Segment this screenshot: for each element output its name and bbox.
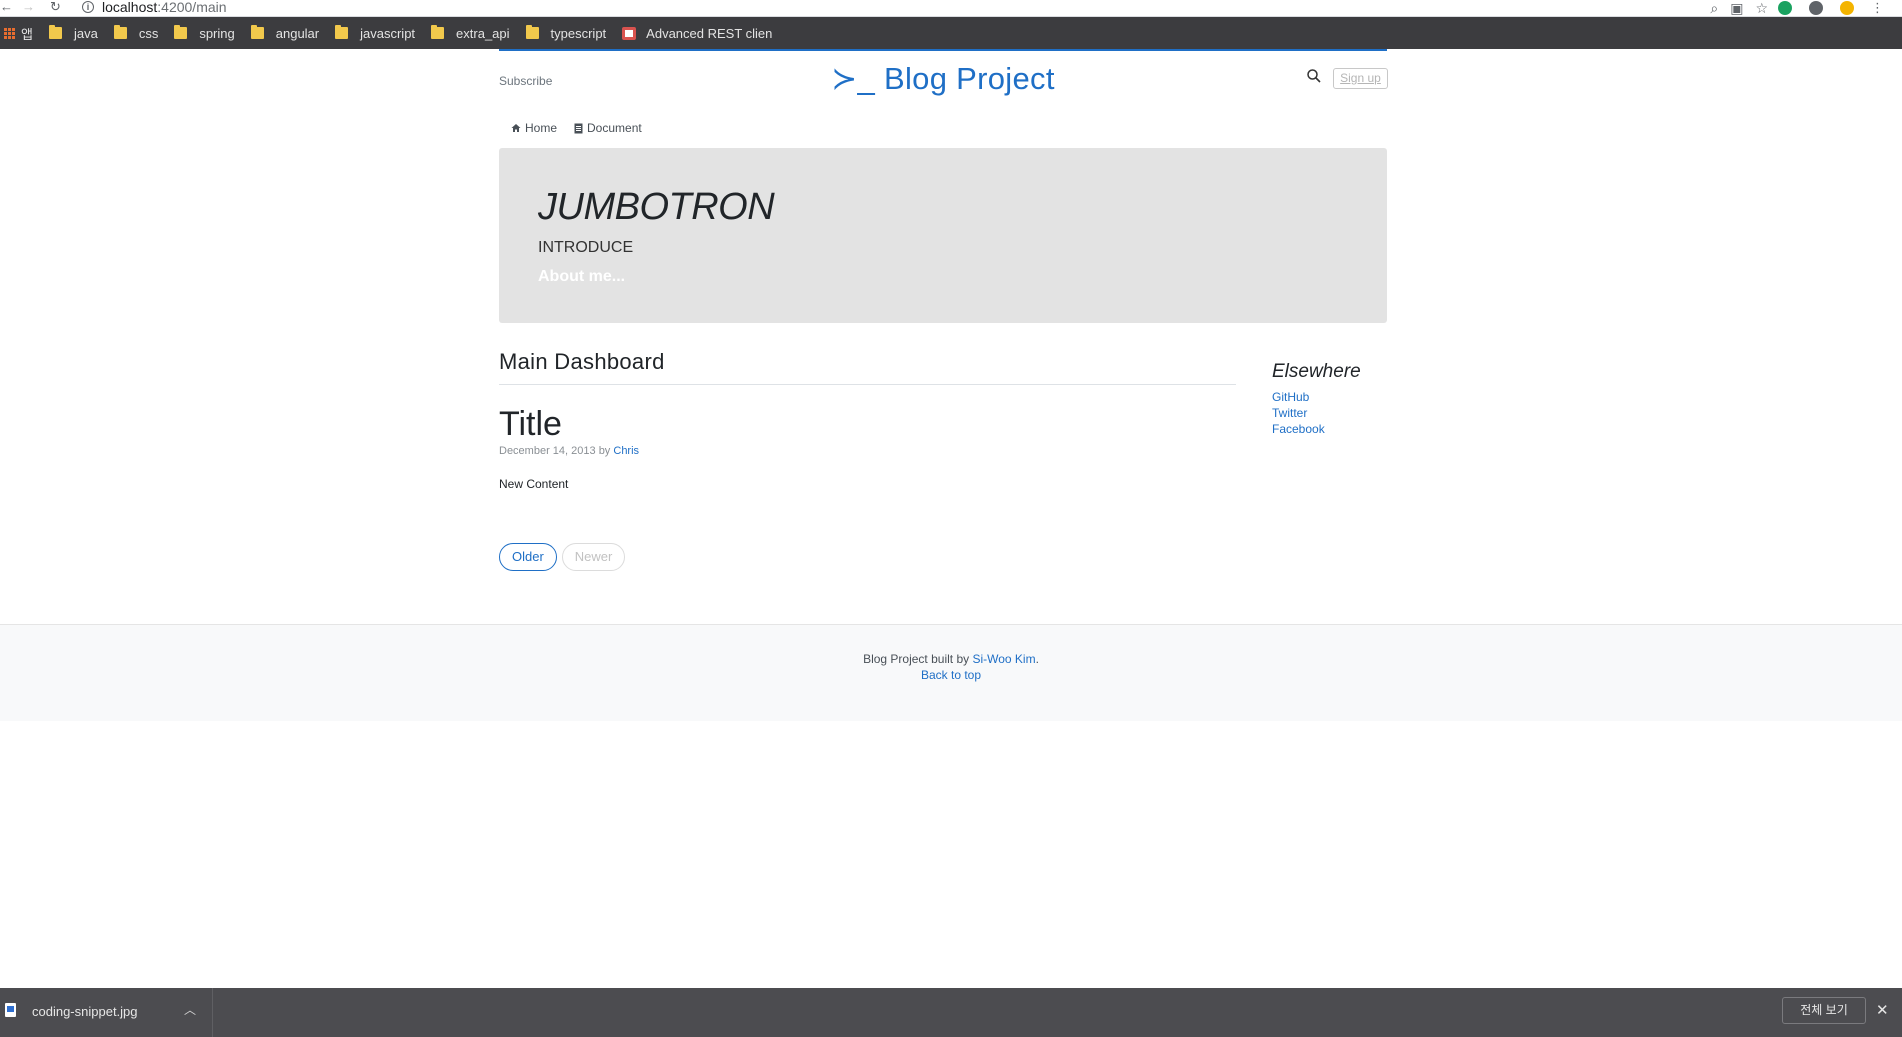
- jumbotron-intro: INTRODUCE: [538, 239, 634, 256]
- close-icon[interactable]: ✕: [1876, 1001, 1889, 1019]
- sign-up-button[interactable]: Sign up: [1333, 68, 1388, 89]
- nav-label-home: Home: [525, 121, 558, 135]
- bookmark-folder-angular[interactable]: angular: [250, 17, 335, 49]
- folder-icon: [431, 25, 445, 39]
- reload-icon[interactable]: ↻: [50, 0, 61, 14]
- folder-icon: [174, 25, 188, 39]
- bookmark-folder-extra-api[interactable]: extra_api: [431, 17, 525, 49]
- browser-window: ← → ↻ i localhost:4200/main ⌕ ▣ ☆ ⋮ 앱 ja…: [0, 0, 1902, 1037]
- show-all-downloads-button[interactable]: 전체 보기: [1782, 997, 1866, 1024]
- bookmark-advanced-rest-client[interactable]: Advanced REST clien: [622, 17, 788, 49]
- image-file-icon: [5, 1003, 16, 1017]
- post-body: New Content: [499, 477, 569, 491]
- bookmark-label: extra_api: [456, 25, 510, 41]
- about-me-link[interactable]: About me...: [538, 268, 625, 286]
- url-host: localhost: [102, 0, 158, 15]
- bookmark-label: css: [138, 25, 159, 41]
- menu-icon[interactable]: ⋮: [1871, 1, 1884, 15]
- nav-item-home[interactable]: Home: [511, 121, 557, 135]
- bookmark-folder-spring[interactable]: spring: [174, 17, 250, 49]
- post-by: by: [598, 445, 611, 457]
- bookmark-label: spring: [199, 25, 235, 41]
- bookmark-label: typescript: [550, 25, 607, 41]
- older-button[interactable]: Older: [499, 543, 557, 571]
- download-filename: coding-snippet.jpg: [32, 1004, 138, 1019]
- footer-credit: Blog Project built by Si-Woo Kim.: [0, 652, 1902, 666]
- footer-back-to-top: Back to top: [0, 668, 1902, 682]
- nav-label-document: Document: [587, 121, 642, 135]
- twitter-link[interactable]: Twitter: [1272, 405, 1392, 421]
- elsewhere-heading: Elsewhere: [1272, 361, 1361, 382]
- blog-pagination: Older Newer: [499, 543, 626, 571]
- folder-icon: [525, 25, 539, 39]
- rest-client-icon: [622, 26, 637, 40]
- search-icon[interactable]: [1306, 68, 1322, 84]
- bookmarks-bar: 앱 java css spring angular javascript ext…: [0, 17, 1902, 49]
- blog-footer: Blog Project built by Si-Woo Kim. Back t…: [0, 624, 1902, 721]
- download-shelf: coding-snippet.jpg ︿ 전체 보기 ✕: [0, 988, 1902, 1037]
- footer-credit-prefix: Blog Project built by: [863, 652, 970, 666]
- apps-icon: [4, 27, 15, 39]
- chevron-up-icon[interactable]: ︿: [184, 1001, 196, 1018]
- sidebar-elsewhere: Elsewhere GitHub Twitter Facebook: [1272, 361, 1392, 437]
- nav-scroller: Home Document: [511, 121, 642, 135]
- address-bar: ← → ↻ i localhost:4200/main ⌕ ▣ ☆ ⋮: [0, 0, 1902, 17]
- home-icon: [511, 124, 521, 132]
- bookmark-label: java: [73, 25, 98, 41]
- bookmark-folder-css[interactable]: css: [113, 17, 175, 49]
- blog-brand-link[interactable]: ≻_ Blog Project: [499, 61, 1387, 97]
- post-author-link[interactable]: Chris: [613, 445, 639, 457]
- bookmark-folder-typescript[interactable]: typescript: [525, 17, 623, 49]
- extension-yellow-icon[interactable]: [1840, 1, 1854, 15]
- bookmark-label: javascript: [360, 25, 416, 41]
- url-text[interactable]: localhost:4200/main: [102, 0, 227, 15]
- bookmark-label: 앱: [21, 26, 33, 42]
- post-date: December 14, 2013: [499, 445, 596, 457]
- folder-icon: [335, 25, 349, 39]
- main-column: Main Dashboard Title December 14, 2013 b…: [499, 349, 1236, 571]
- zoom-icon[interactable]: ⌕: [1710, 1, 1718, 15]
- jumbotron-title: JUMBOTRON: [538, 186, 775, 228]
- page-viewport: Subscribe ≻_ Blog Project Sign up Home D…: [0, 49, 1902, 988]
- star-icon[interactable]: ☆: [1755, 1, 1768, 15]
- bookmark-apps[interactable]: 앱: [4, 17, 49, 49]
- post-meta: December 14, 2013 by Chris: [499, 445, 639, 457]
- folder-icon: [48, 25, 62, 39]
- url-path: :4200/main: [157, 0, 227, 15]
- facebook-link[interactable]: Facebook: [1272, 421, 1392, 437]
- folder-icon: [250, 25, 264, 39]
- info-icon[interactable]: i: [82, 1, 94, 13]
- extension-green-icon[interactable]: [1778, 1, 1792, 15]
- back-to-top-link[interactable]: Back to top: [921, 668, 981, 682]
- folder-icon: [113, 25, 127, 39]
- forward-icon[interactable]: →: [22, 0, 35, 14]
- github-link[interactable]: GitHub: [1272, 389, 1392, 405]
- footer-credit-suffix: .: [1035, 652, 1039, 666]
- footer-author-link[interactable]: Si-Woo Kim: [972, 652, 1035, 666]
- bookmark-label: Advanced REST clien: [646, 25, 773, 41]
- bookmark-folder-java[interactable]: java: [48, 17, 114, 49]
- omnibox[interactable]: i localhost:4200/main ⌕ ▣ ☆: [78, 0, 1768, 16]
- jumbotron: JUMBOTRON INTRODUCE About me...: [499, 148, 1387, 323]
- document-icon: [574, 123, 583, 133]
- translate-icon[interactable]: ▣: [1730, 1, 1743, 15]
- download-item[interactable]: coding-snippet.jpg ︿: [0, 988, 213, 1037]
- post-title: Title: [499, 405, 562, 443]
- main-dashboard-heading: Main Dashboard: [499, 349, 1236, 385]
- newer-button[interactable]: Newer: [561, 543, 626, 571]
- extension-grey-icon[interactable]: [1809, 1, 1823, 15]
- bookmark-label: angular: [275, 25, 320, 41]
- back-icon[interactable]: ←: [0, 0, 13, 14]
- nav-item-document[interactable]: Document: [574, 121, 642, 135]
- bookmark-folder-javascript[interactable]: javascript: [335, 17, 431, 49]
- blog-header: Subscribe ≻_ Blog Project Sign up: [499, 51, 1388, 103]
